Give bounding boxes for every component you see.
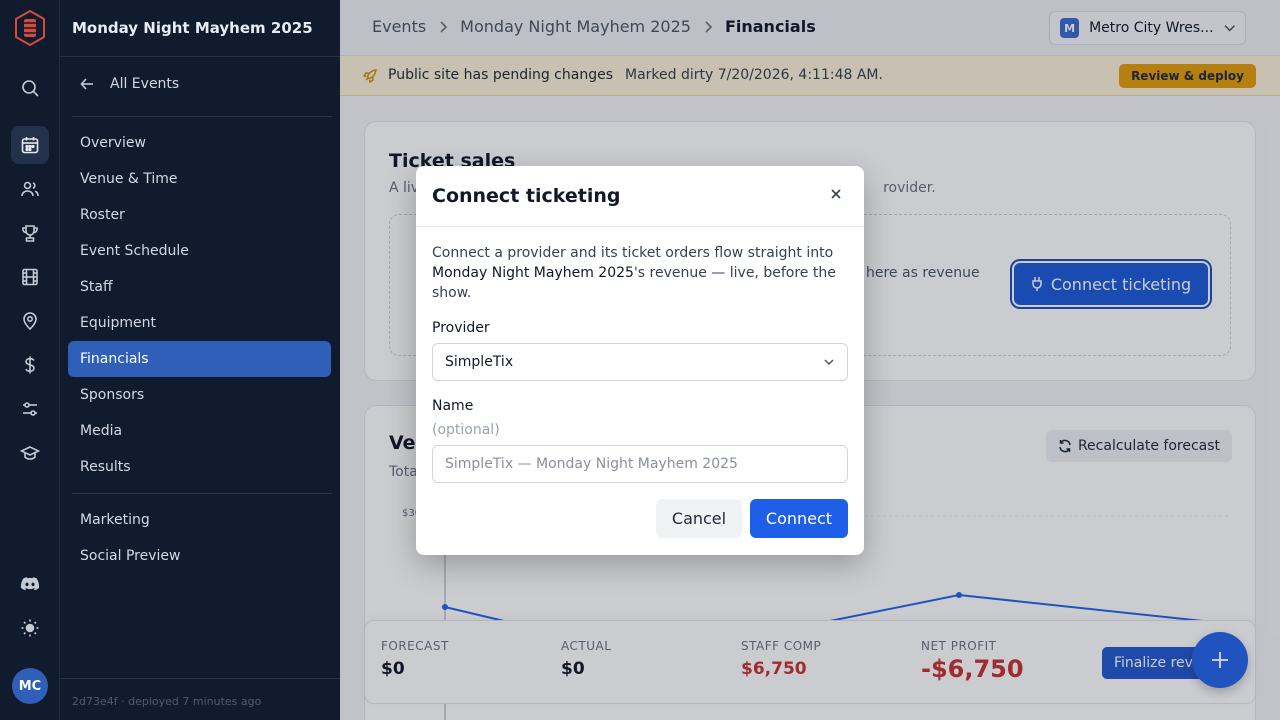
divider xyxy=(60,678,340,679)
name-label: Name xyxy=(432,398,474,414)
icon-rail: MC xyxy=(0,0,60,720)
sidebar-item-social-preview[interactable]: Social Preview xyxy=(68,538,331,574)
sidebar-item-financials[interactable]: Financials xyxy=(68,341,331,377)
name-input[interactable] xyxy=(432,445,848,483)
connect-ticketing-dialog: Connect ticketing Connect a provider and… xyxy=(416,166,864,555)
film-icon[interactable] xyxy=(11,258,49,296)
sidebar-item-roster[interactable]: Roster xyxy=(68,197,331,233)
event-title: Monday Night Mayhem 2025 xyxy=(72,19,313,37)
dollar-icon[interactable] xyxy=(11,346,49,384)
sidebar-item-sponsors[interactable]: Sponsors xyxy=(68,377,331,413)
desc-event-name: Monday Night Mayhem 2025 xyxy=(432,265,634,281)
divider xyxy=(60,56,340,57)
logo-icon[interactable] xyxy=(14,10,46,46)
cancel-button[interactable]: Cancel xyxy=(656,499,742,538)
close-icon[interactable] xyxy=(828,186,844,202)
sliders-icon[interactable] xyxy=(11,390,49,428)
divider xyxy=(72,116,332,117)
divider xyxy=(72,493,332,494)
sidebar-item-event-schedule[interactable]: Event Schedule xyxy=(68,233,331,269)
event-sidebar: Monday Night Mayhem 2025 All Events Over… xyxy=(60,0,340,720)
back-to-all-events-link[interactable]: All Events xyxy=(80,76,179,92)
provider-select[interactable]: SimpleTix xyxy=(432,343,848,381)
sidebar-item-equipment[interactable]: Equipment xyxy=(68,305,331,341)
dialog-description: Connect a provider and its ticket orders… xyxy=(432,243,850,303)
sidebar-item-results[interactable]: Results xyxy=(68,449,331,485)
sidebar-item-staff[interactable]: Staff xyxy=(68,269,331,305)
back-label: All Events xyxy=(110,76,180,92)
users-icon[interactable] xyxy=(11,170,49,208)
trophy-icon[interactable] xyxy=(11,214,49,252)
map-pin-icon[interactable] xyxy=(11,302,49,340)
discord-icon[interactable] xyxy=(11,565,49,603)
sidebar-item-venue-time[interactable]: Venue & Time xyxy=(68,161,331,197)
search-icon[interactable] xyxy=(11,69,49,107)
sidebar-item-media[interactable]: Media xyxy=(68,413,331,449)
sidebar-item-marketing[interactable]: Marketing xyxy=(68,502,331,538)
desc-before: Connect a provider and its ticket orders… xyxy=(432,245,834,261)
arrow-left-icon xyxy=(80,78,93,90)
sun-icon[interactable] xyxy=(11,609,49,647)
avatar[interactable]: MC xyxy=(12,668,48,704)
provider-label: Provider xyxy=(432,320,490,336)
deploy-info: 2d73e4f · deployed 7 minutes ago xyxy=(72,695,262,708)
provider-value: SimpleTix xyxy=(445,354,514,370)
name-optional-hint: (optional) xyxy=(432,422,500,438)
sidebar-item-overview[interactable]: Overview xyxy=(68,125,331,161)
chevron-down-icon xyxy=(824,359,834,366)
connect-button[interactable]: Connect xyxy=(750,499,848,538)
calendar-icon[interactable] xyxy=(11,126,49,164)
dialog-title: Connect ticketing xyxy=(432,185,621,207)
divider xyxy=(416,226,864,227)
graduation-cap-icon[interactable] xyxy=(11,434,49,472)
